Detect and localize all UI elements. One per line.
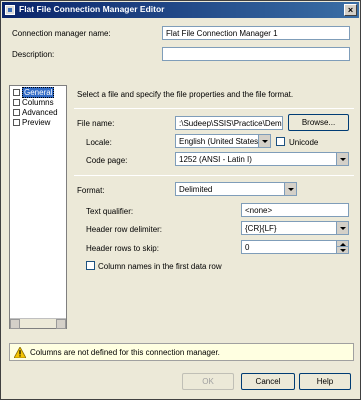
- header-row-delimiter-value: {CR}{LF}: [245, 224, 277, 233]
- chevron-down-icon[interactable]: [336, 222, 348, 234]
- description-input[interactable]: [162, 47, 350, 61]
- code-page-value: 1252 (ANSI - Latin I): [179, 155, 252, 164]
- column-names-checkbox[interactable]: [86, 261, 95, 270]
- chevron-down-icon[interactable]: [258, 135, 270, 147]
- unicode-checkbox[interactable]: [276, 137, 285, 146]
- warning-icon: [14, 347, 26, 358]
- nav-horizontal-scrollbar[interactable]: [10, 318, 66, 329]
- connection-manager-editor-window: Flat File Connection Manager Editor × Co…: [0, 0, 361, 400]
- title-bar: Flat File Connection Manager Editor ×: [2, 2, 359, 18]
- scroll-left-arrow-icon[interactable]: [10, 319, 20, 329]
- browse-button[interactable]: Browse...: [288, 114, 349, 131]
- connection-manager-name-label: Connection manager name:: [12, 29, 111, 38]
- instruction-text: Select a file and specify the file prope…: [77, 90, 294, 99]
- warning-bar: Columns are not defined for this connect…: [9, 343, 354, 361]
- locale-select[interactable]: English (United States): [175, 134, 271, 148]
- text-qualifier-label: Text qualifier:: [86, 207, 134, 216]
- page-icon: [13, 109, 20, 116]
- page-icon: [13, 119, 20, 126]
- warning-text: Columns are not defined for this connect…: [30, 348, 220, 357]
- header-rows-to-skip-stepper[interactable]: 0: [241, 240, 349, 254]
- nav-item-advanced[interactable]: Advanced: [13, 108, 58, 118]
- file-name-input[interactable]: :\Sudeep\SSIS\Practice\Demo.txt: [175, 116, 283, 130]
- page-icon: [13, 89, 20, 96]
- page-navigation-list: General Columns Advanced Preview: [9, 85, 67, 329]
- page-icon: [13, 99, 20, 106]
- separator-line: [74, 175, 354, 176]
- nav-item-preview[interactable]: Preview: [13, 118, 50, 128]
- locale-value: English (United States): [179, 137, 261, 146]
- separator-line: [74, 108, 354, 109]
- close-button[interactable]: ×: [344, 4, 357, 16]
- format-value: Delimited: [179, 185, 213, 194]
- locale-label: Locale:: [86, 138, 112, 147]
- code-page-select[interactable]: 1252 (ANSI - Latin I): [175, 152, 349, 166]
- header-row-delimiter-label: Header row delimiter:: [86, 225, 163, 234]
- cancel-button[interactable]: Cancel: [241, 373, 295, 390]
- window-title: Flat File Connection Manager Editor: [19, 4, 165, 14]
- scroll-right-arrow-icon[interactable]: [56, 319, 66, 329]
- text-qualifier-input[interactable]: <none>: [241, 203, 349, 217]
- description-label: Description:: [12, 50, 55, 59]
- format-label: Format:: [77, 186, 105, 195]
- window-app-icon: [5, 5, 15, 15]
- column-names-label: Column names in the first data row: [98, 262, 222, 271]
- help-button[interactable]: Help: [299, 373, 351, 390]
- nav-item-columns[interactable]: Columns: [13, 98, 54, 108]
- connection-manager-name-input[interactable]: Flat File Connection Manager 1: [162, 26, 350, 40]
- chevron-down-icon[interactable]: [284, 183, 296, 195]
- format-select[interactable]: Delimited: [175, 182, 297, 196]
- header-rows-to-skip-value: 0: [245, 243, 250, 252]
- spin-down-icon[interactable]: [336, 247, 348, 253]
- header-row-delimiter-select[interactable]: {CR}{LF}: [241, 221, 349, 235]
- chevron-down-icon[interactable]: [336, 153, 348, 165]
- file-name-label: File name:: [77, 119, 115, 128]
- ok-button[interactable]: OK: [182, 373, 234, 390]
- header-rows-to-skip-label: Header rows to skip:: [86, 244, 159, 253]
- code-page-label: Code page:: [86, 156, 128, 165]
- unicode-label: Unicode: [289, 138, 319, 147]
- nav-item-general[interactable]: General: [13, 87, 55, 98]
